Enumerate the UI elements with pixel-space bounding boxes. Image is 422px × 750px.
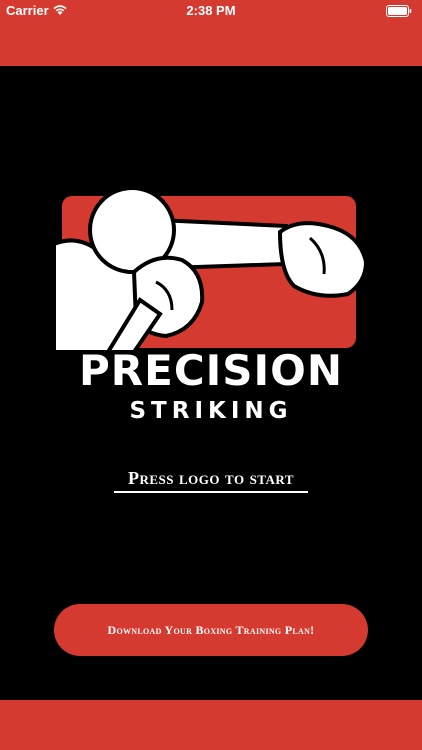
- battery-icon: [386, 5, 412, 20]
- boxer-punch-icon: [52, 186, 369, 352]
- brand-title: PRECISION: [79, 346, 343, 395]
- top-header-bar: Carrier 2:38 PM: [0, 0, 422, 66]
- brand-subtitle: STRIKING: [129, 398, 293, 424]
- hint-underline: [114, 491, 308, 493]
- bottom-bar: [0, 700, 422, 750]
- status-time: 2:38 PM: [186, 3, 236, 18]
- download-training-plan-button[interactable]: Download Your Boxing Training Plan!: [54, 604, 368, 656]
- press-logo-hint: Press logo to start: [128, 468, 294, 488]
- start-logo-button[interactable]: PRECISION STRIKING: [48, 182, 374, 482]
- status-bar: Carrier 2:38 PM: [0, 0, 422, 22]
- main-content: PRECISION STRIKING Press logo to start D…: [0, 66, 422, 700]
